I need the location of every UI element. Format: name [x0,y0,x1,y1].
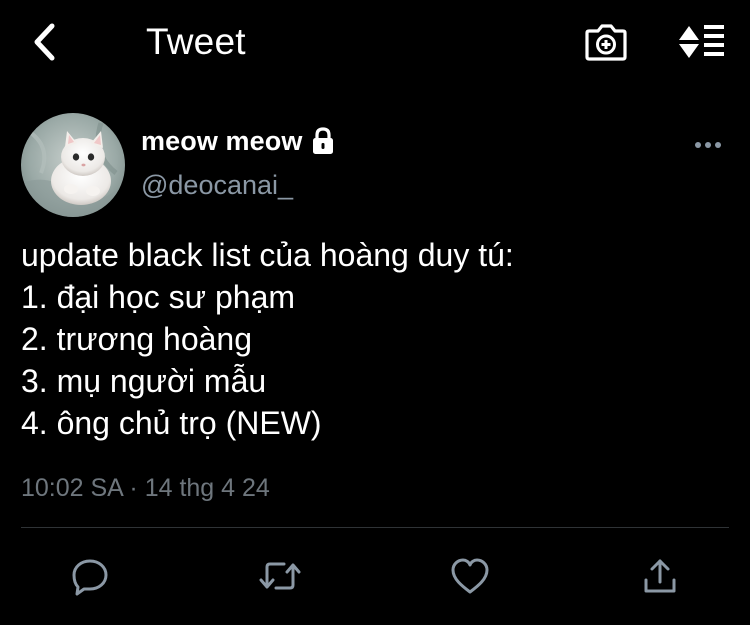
chevron-left-icon [34,23,55,61]
divider [21,527,729,528]
white-kitten-photo [21,113,125,217]
page-title: Tweet [146,21,246,62]
avatar[interactable] [21,113,125,217]
tweet-body: update black list của hoàng duy tú: 1. đ… [21,234,721,444]
tweet-text-line: 2. trương hoàng [21,321,252,357]
tweet-timestamp: 10:02 SA · 14 thg 4 24 [21,474,270,502]
camera-button[interactable] [580,17,632,67]
lock-icon [309,126,337,156]
more-options-button[interactable] [688,130,728,160]
retweet-button[interactable] [256,552,304,600]
sort-list-icon [679,25,724,58]
like-icon [451,558,489,594]
username-handle[interactable]: @deocanai_ [141,168,293,202]
more-icon [695,142,721,148]
reply-button[interactable] [66,552,114,600]
tweet-text-line: 3. mụ người mẫu [21,363,267,399]
like-button[interactable] [446,552,494,600]
camera-plus-icon [585,24,627,61]
tweet-text-line: update black list của hoàng duy tú: [21,237,514,273]
author-name-row: meow meow [141,124,337,158]
tweet-text-line: 1. đại học sư phạm [21,279,296,315]
back-button[interactable] [22,20,66,64]
display-name[interactable]: meow meow [141,126,302,157]
retweet-icon [259,562,301,590]
sort-button[interactable] [672,17,730,67]
share-icon [644,559,676,593]
reply-icon [72,559,108,596]
share-button[interactable] [636,552,684,600]
header-bar: Tweet [0,0,750,85]
tweet-text-line: 4. ông chủ trọ (NEW) [21,405,322,441]
